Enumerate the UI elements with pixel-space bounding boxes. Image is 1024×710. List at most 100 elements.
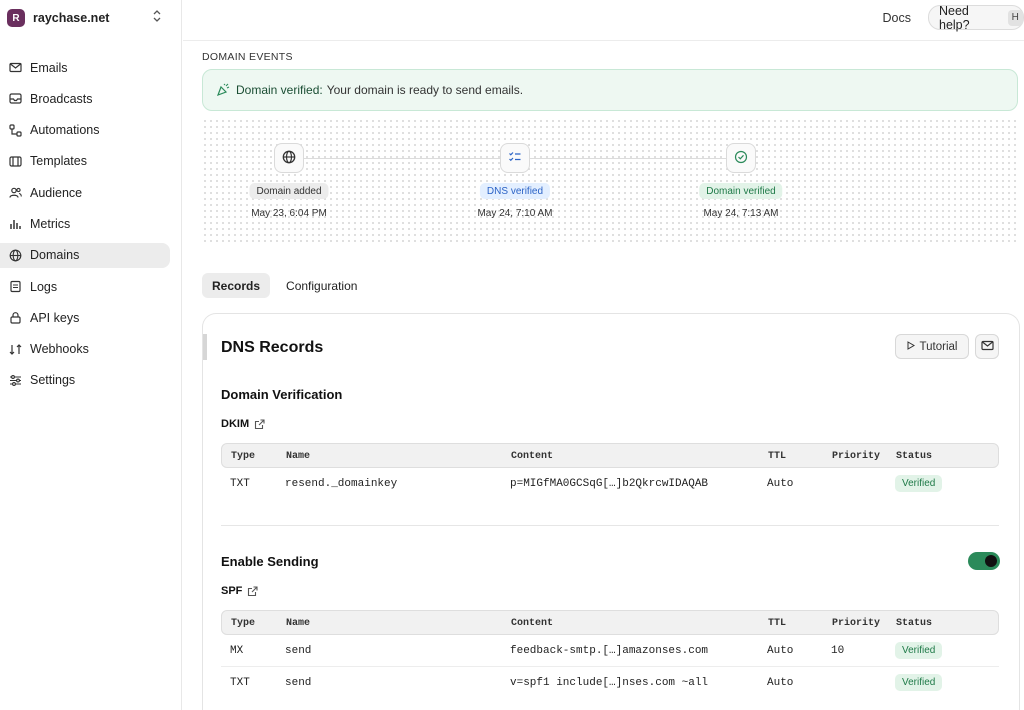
column-header: Content xyxy=(511,451,554,462)
section-label: DOMAIN EVENTS xyxy=(202,51,293,63)
sidebar-nav: Emails Broadcasts Automations Templates … xyxy=(0,55,182,399)
spf-label: SPF xyxy=(221,585,243,597)
webhook-icon xyxy=(9,343,22,356)
domain-events-timeline: Domain added May 23, 6:04 PM DNS verifie… xyxy=(202,118,1018,242)
column-header: Status xyxy=(896,451,933,462)
mail-icon xyxy=(9,61,22,74)
sidebar-item-api-keys[interactable]: API keys xyxy=(0,305,170,330)
event-node-dns-verified xyxy=(500,143,530,173)
main-content: DOMAIN EVENTS Domain verified: Your doma… xyxy=(183,41,1024,710)
lock-icon xyxy=(9,311,22,324)
record-ttl: Auto xyxy=(767,677,794,689)
record-type: MX xyxy=(230,645,244,657)
tutorial-button[interactable]: Tutorial xyxy=(895,334,969,359)
sidebar-item-label: Emails xyxy=(30,60,68,75)
sidebar-item-audience[interactable]: Audience xyxy=(0,180,170,205)
sidebar: R raychase.net Emails Broadcasts Automat… xyxy=(0,0,182,710)
users-icon xyxy=(9,186,22,199)
record-content[interactable]: feedback-smtp.[…]amazonses.com xyxy=(510,645,708,657)
event-date: May 24, 7:10 AM xyxy=(477,208,553,219)
sidebar-item-label: API keys xyxy=(30,310,80,325)
sidebar-item-emails[interactable]: Emails xyxy=(0,55,170,80)
top-bar: Docs Need help? H xyxy=(183,0,1024,41)
record-priority: 10 xyxy=(831,645,845,657)
party-popper-icon xyxy=(216,83,230,97)
sidebar-item-label: Webhooks xyxy=(30,342,89,357)
sidebar-item-label: Templates xyxy=(30,154,87,169)
record-name[interactable]: send xyxy=(285,645,311,657)
record-type: TXT xyxy=(230,478,250,490)
record-content[interactable]: p=MIGfMA0GCSqG[…]b2QkrcwIDAQAB xyxy=(510,478,708,490)
timeline-connector xyxy=(304,158,500,159)
event-badge: Domain added xyxy=(249,183,329,199)
timeline-connector xyxy=(530,158,726,159)
spf-link[interactable]: SPF xyxy=(221,585,258,597)
tab-configuration[interactable]: Configuration xyxy=(276,273,367,298)
column-header: Priority xyxy=(832,451,881,462)
banner-message: Your domain is ready to send emails. xyxy=(326,83,524,97)
inbox-icon xyxy=(9,92,22,105)
dkim-label: DKIM xyxy=(221,418,250,430)
sidebar-item-label: Automations xyxy=(30,123,100,138)
domain-verification-title: Domain Verification xyxy=(221,387,343,402)
record-content[interactable]: v=spf1 include[…]nses.com ~all xyxy=(510,677,708,689)
sidebar-item-metrics[interactable]: Metrics xyxy=(0,211,170,236)
column-header: Content xyxy=(511,618,554,629)
table-row: TXT resend._domainkey p=MIGfMA0GCSqG[…]b… xyxy=(221,468,999,500)
section-divider xyxy=(221,525,999,526)
table-header: Type Name Content TTL Priority Status xyxy=(221,610,999,635)
sidebar-item-logs[interactable]: Logs xyxy=(0,274,170,299)
enable-sending-toggle[interactable] xyxy=(968,552,1000,570)
sliders-icon xyxy=(9,374,22,387)
mail-icon xyxy=(980,339,994,355)
file-icon xyxy=(9,280,22,293)
spf-table: Type Name Content TTL Priority Status MX… xyxy=(221,610,999,699)
column-header: Name xyxy=(286,618,311,629)
globe-icon xyxy=(9,249,22,262)
column-header: Type xyxy=(231,451,256,462)
sidebar-item-label: Broadcasts xyxy=(30,91,93,106)
event-badge: DNS verified xyxy=(479,183,551,199)
record-name[interactable]: send xyxy=(285,677,311,689)
play-icon xyxy=(907,341,915,352)
column-header: TTL xyxy=(768,618,787,629)
dkim-link[interactable]: DKIM xyxy=(221,418,265,430)
globe-icon xyxy=(282,150,296,167)
need-help-button[interactable]: Need help? H xyxy=(928,4,1024,32)
card-accent xyxy=(203,334,207,360)
sidebar-item-settings[interactable]: Settings xyxy=(0,368,170,393)
status-badge: Verified xyxy=(895,475,943,492)
email-records-button[interactable] xyxy=(975,334,999,359)
sidebar-item-label: Domains xyxy=(30,248,80,263)
sidebar-item-webhooks[interactable]: Webhooks xyxy=(0,337,170,362)
column-header: Name xyxy=(286,451,311,462)
automation-icon xyxy=(9,123,22,137)
sidebar-item-templates[interactable]: Templates xyxy=(0,149,170,174)
sidebar-item-label: Settings xyxy=(30,373,76,388)
table-row: TXT send v=spf1 include[…]nses.com ~all … xyxy=(221,667,999,699)
event-node-domain-verified xyxy=(726,143,756,173)
column-header: Type xyxy=(231,618,256,629)
column-header: Status xyxy=(896,618,933,629)
docs-link[interactable]: Docs xyxy=(883,11,911,25)
sidebar-item-broadcasts[interactable]: Broadcasts xyxy=(0,86,170,111)
sidebar-item-automations[interactable]: Automations xyxy=(0,118,170,143)
chevrons-up-down-icon[interactable] xyxy=(151,9,163,27)
record-ttl: Auto xyxy=(767,645,794,657)
workspace-name: raychase.net xyxy=(33,11,110,25)
sidebar-item-label: Logs xyxy=(30,279,58,294)
sidebar-item-domains[interactable]: Domains xyxy=(0,242,170,268)
record-name[interactable]: resend._domainkey xyxy=(285,478,397,490)
table-row: MX send feedback-smtp.[…]amazonses.com A… xyxy=(221,635,999,667)
tab-records[interactable]: Records xyxy=(202,273,271,298)
tutorial-label: Tutorial xyxy=(919,340,958,353)
enable-sending-title: Enable Sending xyxy=(221,554,319,569)
external-link-icon xyxy=(247,585,258,597)
status-badge: Verified xyxy=(895,674,943,691)
event-date: May 23, 6:04 PM xyxy=(251,208,327,219)
workspace-logo: R xyxy=(7,9,25,27)
sidebar-item-label: Audience xyxy=(30,185,83,200)
workspace-switcher[interactable]: R raychase.net xyxy=(7,8,167,28)
dkim-table: Type Name Content TTL Priority Status TX… xyxy=(221,443,999,500)
event-node-domain-added xyxy=(274,143,304,173)
